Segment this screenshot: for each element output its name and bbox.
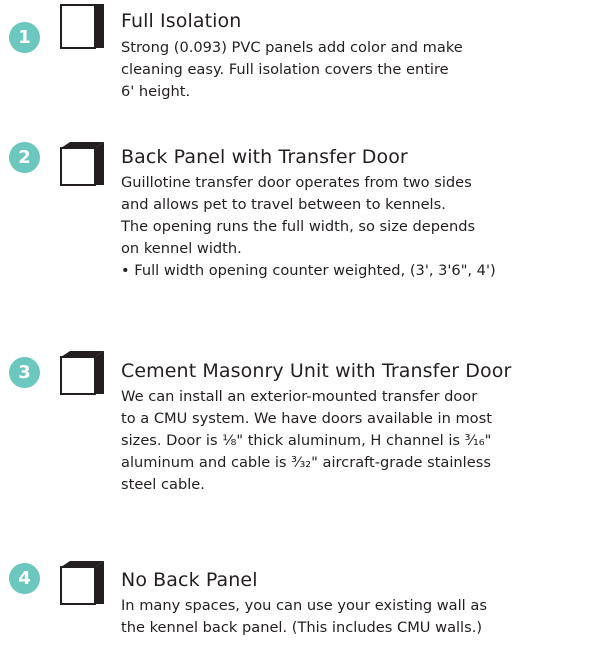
cube-panel-icon	[60, 4, 105, 49]
cube-panel-icon	[60, 141, 105, 186]
step-number-badge: 4	[9, 563, 40, 594]
feature-description: Strong (0.093) PVC panels add color and …	[121, 37, 463, 103]
description-line: Strong (0.093) PVC panels add color and …	[121, 39, 463, 56]
description-line: and allows pet to travel between to kenn…	[121, 196, 446, 213]
description-line: to a CMU system. We have doors available…	[121, 410, 492, 427]
feature-description: We can install an exterior-mounted trans…	[121, 386, 492, 496]
step-number-badge: 1	[9, 22, 40, 53]
feature-title: Cement Masonry Unit with Transfer Door	[121, 360, 512, 382]
description-line: on kennel width.	[121, 240, 242, 257]
cube-panel-icon	[60, 560, 105, 605]
description-line: We can install an exterior-mounted trans…	[121, 388, 478, 405]
description-line: In many spaces, you can use your existin…	[121, 597, 487, 614]
description-bullet: • Full width opening counter weighted, (…	[121, 262, 496, 279]
step-number-badge: 3	[9, 357, 40, 388]
description-line: cleaning easy. Full isolation covers the…	[121, 61, 449, 78]
feature-description: Guillotine transfer door operates from t…	[121, 172, 496, 282]
description-line: sizes. Door is ⅛" thick aluminum, H chan…	[121, 432, 492, 449]
description-line: the kennel back panel. (This includes CM…	[121, 619, 483, 636]
description-line: Guillotine transfer door operates from t…	[121, 174, 472, 191]
description-line: 6' height.	[121, 83, 191, 100]
feature-description: In many spaces, you can use your existin…	[121, 595, 487, 639]
description-line: steel cable.	[121, 476, 205, 493]
description-line: The opening runs the full width, so size…	[121, 218, 476, 235]
feature-title: Back Panel with Transfer Door	[121, 146, 408, 168]
feature-title: Full Isolation	[121, 10, 242, 32]
feature-title: No Back Panel	[121, 569, 258, 591]
description-line: aluminum and cable is ³⁄₃₂" aircraft-gra…	[121, 454, 491, 471]
cube-panel-icon	[60, 350, 105, 395]
step-number-badge: 2	[9, 142, 40, 173]
